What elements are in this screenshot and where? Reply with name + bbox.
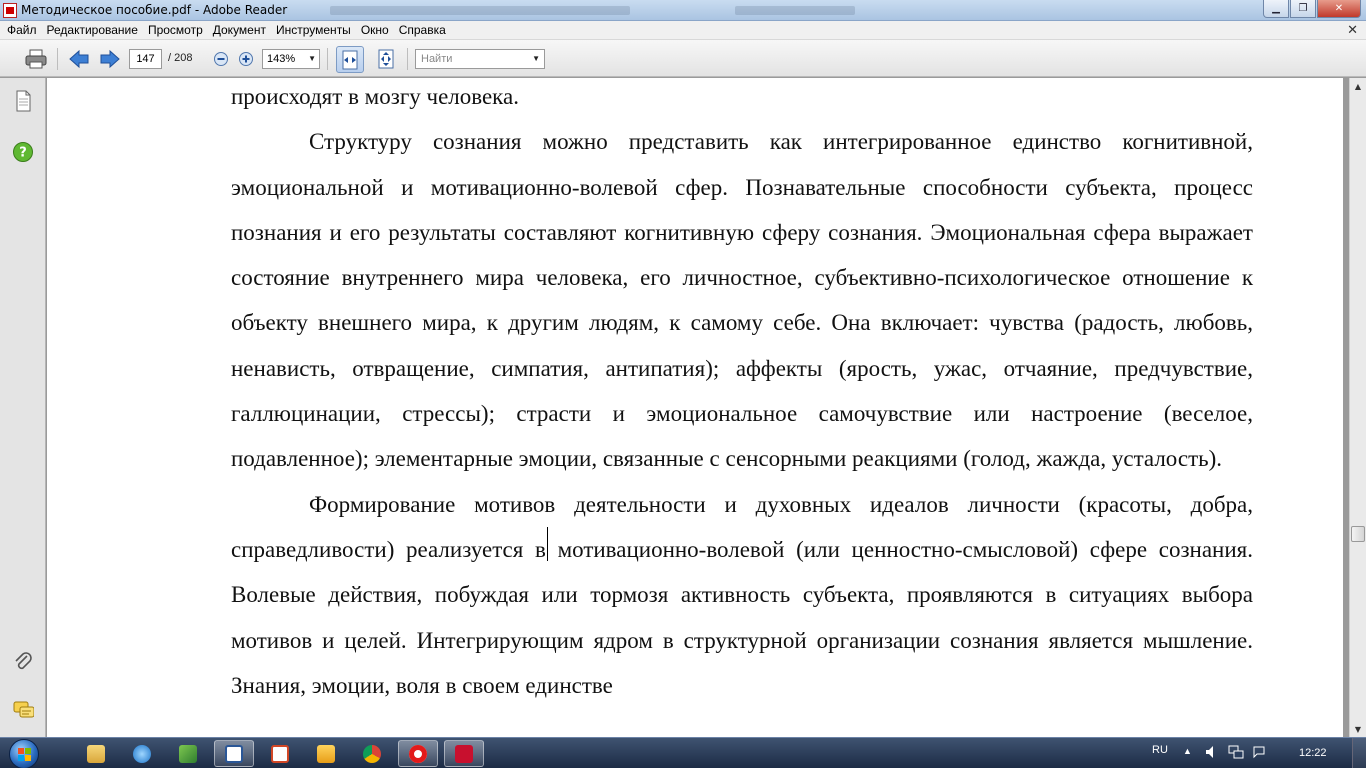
minimize-button[interactable]: ▁: [1263, 0, 1289, 18]
window-title: Методическое пособие.pdf - Adobe Reader: [21, 3, 288, 17]
toolbar-separator: [407, 48, 408, 70]
scroll-down-icon[interactable]: ▼: [1350, 721, 1366, 737]
restore-button[interactable]: ❐: [1290, 0, 1316, 18]
attachments-button[interactable]: [12, 650, 34, 672]
paperclip-icon: [15, 652, 32, 670]
page-total: / 208: [168, 52, 193, 64]
navigation-pane: ?: [0, 78, 46, 737]
taskbar-presentation[interactable]: [260, 740, 300, 767]
adobe-reader-icon: [3, 3, 17, 18]
chevron-down-icon: ▼: [532, 54, 540, 63]
paragraph: Структуру сознания можно представить как…: [231, 129, 1253, 472]
document-close-icon[interactable]: ✕: [1347, 23, 1358, 38]
paragraph: Формирование мотивов деятельности и духо…: [231, 491, 1253, 698]
media-player-icon: [317, 744, 335, 763]
taskbar-file-manager[interactable]: [168, 740, 208, 767]
arrow-left-icon: [69, 49, 89, 69]
zoom-out-button[interactable]: [212, 48, 230, 70]
svg-text:?: ?: [19, 146, 27, 161]
fit-width-icon: [342, 50, 358, 69]
zoom-in-button[interactable]: [237, 48, 255, 70]
taskbar-opera[interactable]: [398, 740, 438, 767]
menu-edit[interactable]: Редактирование: [42, 21, 143, 37]
pages-panel-button[interactable]: [12, 90, 34, 112]
vertical-scrollbar[interactable]: ▲ ▼: [1349, 78, 1366, 737]
document-viewport[interactable]: происходят в мозгу человека. Структуру с…: [47, 78, 1349, 737]
menu-bar: Файл Редактирование Просмотр Документ Ин…: [0, 21, 1366, 40]
opera-icon: [409, 744, 427, 763]
fit-page-icon: [378, 49, 394, 69]
menu-tools[interactable]: Инструменты: [271, 21, 356, 37]
menu-view[interactable]: Просмотр: [143, 21, 208, 37]
show-desktop-button[interactable]: [1352, 738, 1366, 768]
fit-page-button[interactable]: [373, 48, 399, 70]
arrow-right-icon: [100, 49, 120, 69]
chevron-down-icon: ▼: [308, 54, 316, 63]
action-center-icon[interactable]: [1252, 745, 1266, 768]
network-icon[interactable]: [1228, 745, 1244, 768]
menu-document[interactable]: Документ: [208, 21, 271, 37]
taskbar-media-player[interactable]: [306, 740, 346, 767]
print-button[interactable]: [22, 48, 50, 70]
toolbar-separator: [57, 48, 58, 70]
file-manager-icon: [179, 744, 197, 763]
close-button[interactable]: ✕: [1317, 0, 1361, 18]
page-number-input[interactable]: [129, 49, 162, 69]
scroll-up-icon[interactable]: ▲: [1350, 78, 1366, 94]
zoom-in-icon: [239, 52, 253, 66]
comment-icon: [13, 701, 34, 718]
word-icon: [225, 744, 243, 763]
clock[interactable]: 12:22: [1299, 747, 1327, 768]
taskbar-word[interactable]: [214, 740, 254, 767]
fit-width-button[interactable]: [336, 46, 364, 73]
windows-logo-icon: [9, 738, 39, 768]
title-bar[interactable]: Методическое пособие.pdf - Adobe Reader …: [0, 0, 1366, 21]
printer-icon: [25, 49, 47, 69]
presentation-icon: [271, 744, 289, 763]
text-cursor: [547, 527, 548, 561]
find-placeholder: Найти: [421, 53, 453, 65]
taskbar-internet-explorer[interactable]: [122, 740, 162, 767]
show-hidden-icons-icon[interactable]: ▲: [1183, 746, 1192, 768]
menu-window[interactable]: Окно: [356, 21, 394, 37]
adobe-reader-icon: [455, 744, 473, 763]
speaker-icon[interactable]: [1205, 745, 1219, 768]
paragraph: происходят в мозгу человека.: [231, 84, 519, 109]
taskbar-adobe-reader[interactable]: [444, 740, 484, 767]
menu-help[interactable]: Справка: [394, 21, 451, 37]
zoom-value: 143%: [267, 53, 296, 65]
zoom-select[interactable]: 143% ▼: [262, 49, 320, 69]
find-input[interactable]: Найти ▼: [415, 49, 545, 69]
help-icon: ?: [13, 142, 33, 162]
help-button[interactable]: ?: [12, 141, 34, 163]
taskbar: RU ▲ 12:22: [0, 737, 1366, 768]
zoom-out-icon: [214, 52, 228, 66]
internet-explorer-icon: [133, 744, 151, 763]
next-page-button[interactable]: [98, 48, 122, 70]
background-window-title: [330, 6, 630, 15]
taskbar-explorer[interactable]: [76, 740, 116, 767]
pages-icon: [16, 90, 31, 112]
language-indicator[interactable]: RU: [1152, 744, 1168, 768]
document-text: происходят в мозгу человека. Структуру с…: [231, 78, 1253, 708]
chrome-icon: [363, 744, 381, 763]
comments-button[interactable]: [12, 699, 34, 721]
start-button[interactable]: [5, 738, 43, 768]
toolbar-separator: [327, 48, 328, 70]
window-controls: ▁ ❐ ✕: [1262, 0, 1361, 18]
scrollbar-thumb[interactable]: [1351, 526, 1365, 542]
toolbar: / 208 143% ▼ Найти ▼: [0, 40, 1366, 77]
folder-icon: [87, 744, 105, 763]
background-window-title: [735, 6, 855, 15]
menu-file[interactable]: Файл: [2, 21, 42, 37]
previous-page-button[interactable]: [67, 48, 91, 70]
taskbar-chrome[interactable]: [352, 740, 392, 767]
pdf-page: происходят в мозгу человека. Структуру с…: [47, 78, 1343, 737]
